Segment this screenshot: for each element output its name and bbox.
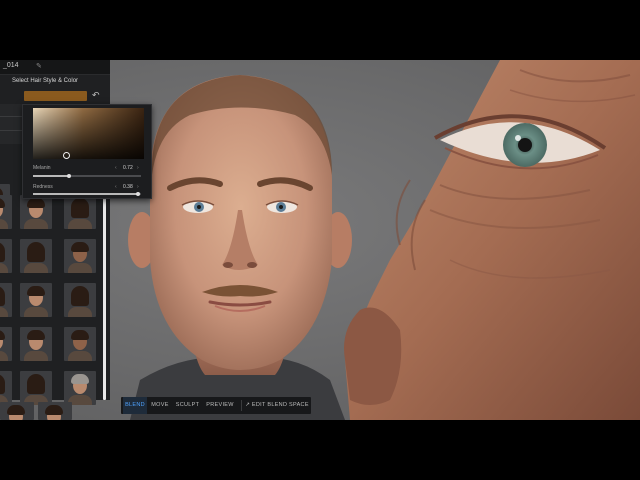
hair-thumbnail[interactable] (38, 402, 72, 420)
melanin-slider[interactable] (33, 174, 141, 178)
closeup-viewport[interactable] (330, 60, 640, 420)
hair-thumbnail[interactable] (0, 371, 12, 405)
redness-increase-icon[interactable]: › (137, 184, 139, 190)
closeup-render (344, 60, 640, 420)
color-gradient-field[interactable] (33, 108, 144, 159)
hair-thumbnail[interactable] (64, 195, 96, 229)
hair-thumbnail[interactable] (64, 283, 96, 317)
move-button[interactable]: MOVE (149, 397, 171, 414)
toolbar-divider (241, 400, 242, 411)
letterbox-top (0, 0, 640, 60)
melanin-decrease-icon[interactable]: ‹ (115, 165, 117, 171)
hair-thumbnail[interactable] (0, 195, 12, 229)
hair-thumbnail[interactable] (0, 283, 12, 317)
redness-decrease-icon[interactable]: ‹ (115, 184, 117, 190)
redness-slider[interactable] (33, 192, 141, 196)
hair-thumbnail[interactable] (0, 402, 34, 420)
redness-label: Redness (33, 184, 53, 190)
hair-thumbnail[interactable] (64, 239, 96, 273)
hair-thumbnail[interactable] (20, 371, 52, 405)
file-name: _014 (3, 62, 19, 69)
hair-style-grid (0, 184, 104, 405)
hair-thumbnail[interactable] (20, 283, 52, 317)
letterbox-bottom (0, 420, 640, 480)
hair-color-swatch[interactable] (24, 91, 87, 101)
redness-slider-thumb[interactable] (135, 192, 140, 196)
preview-button[interactable]: PREVIEW (205, 397, 235, 414)
color-picker-cursor[interactable] (63, 152, 70, 159)
melanin-increase-icon[interactable]: › (137, 165, 139, 171)
panel-list-strip (0, 104, 22, 144)
section-title: Select Hair Style & Color (12, 78, 79, 84)
redness-slider-fill (33, 193, 138, 195)
blend-button[interactable]: BLEND (123, 397, 147, 414)
panel-header: _014 ✎ (0, 60, 110, 75)
hair-thumbnail[interactable] (0, 327, 12, 361)
hair-thumbnail[interactable] (64, 327, 96, 361)
mode-toolbar: BLEND MOVE SCULPT PREVIEW ↗ EDIT BLEND S… (121, 397, 311, 414)
color-picker-popup: Melanin ‹ 0.72 › Redness ‹ 0.38 › (22, 104, 152, 199)
hair-thumbnail[interactable] (64, 371, 96, 405)
hair-thumbnail[interactable] (20, 195, 52, 229)
melanin-label: Melanin (33, 165, 51, 171)
hair-thumbnail[interactable] (20, 327, 52, 361)
edit-blend-space-button[interactable]: ↗ EDIT BLEND SPACE (245, 397, 309, 414)
melanin-slider-thumb[interactable] (66, 174, 71, 178)
panel-scrollbar[interactable] (103, 168, 106, 400)
undo-icon[interactable]: ↶ (92, 90, 100, 101)
pencil-icon[interactable]: ✎ (36, 62, 42, 70)
hair-thumbnail[interactable] (20, 239, 52, 273)
editor-stage: _014 ✎ Select Hair Style & Color ↶ Melan… (0, 60, 640, 420)
hair-thumbnail[interactable] (0, 239, 12, 273)
melanin-slider-fill (33, 175, 69, 177)
sculpt-button[interactable]: SCULPT (174, 397, 201, 414)
redness-value[interactable]: 0.38 (123, 184, 133, 190)
melanin-value[interactable]: 0.72 (123, 165, 133, 171)
